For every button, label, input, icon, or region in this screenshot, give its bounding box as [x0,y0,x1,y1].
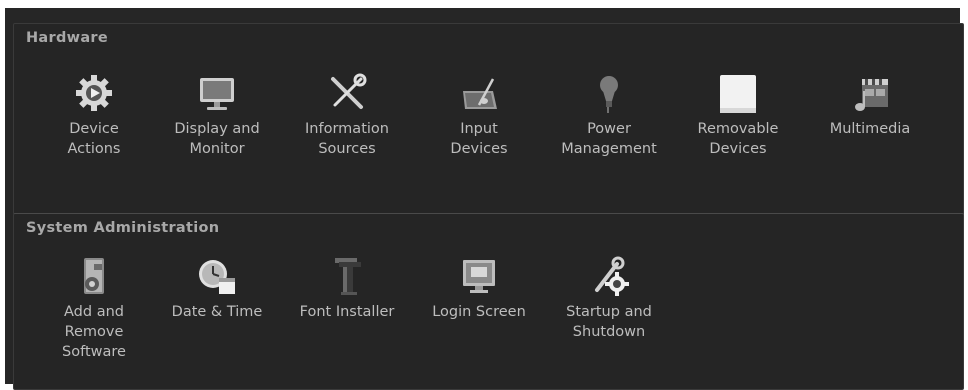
item-information-sources[interactable]: Information Sources [287,71,407,159]
item-label: Power Management [561,121,657,157]
clapperboard-icon [855,79,888,111]
item-multimedia[interactable]: Multimedia [810,71,930,139]
monitor-icon [200,78,234,110]
item-label: Device Actions [67,121,121,157]
item-label: Multimedia [829,121,911,137]
wrench-gear-icon [595,256,629,296]
item-label: Login Screen [432,304,526,320]
font-icon [335,258,361,295]
item-label: Display and Monitor [174,121,260,157]
item-label: Date & Time [171,304,263,320]
login-screen-icon [463,260,495,293]
item-login-screen[interactable]: Login Screen [419,254,539,322]
drive-icon [720,75,756,113]
item-label: Add and Remove Software [62,304,126,360]
section-title-hardware: Hardware [26,30,109,46]
item-label: Input Devices [450,121,508,157]
tools-icon [331,73,367,109]
item-display-monitor[interactable]: Display and Monitor [157,71,277,159]
item-label: Information Sources [305,121,389,157]
settings-panel: Hardware Device Actions Display and Moni… [5,8,964,390]
item-label: Font Installer [299,304,395,320]
item-power-management[interactable]: Power Management [549,71,669,159]
software-package-icon [84,258,104,294]
lightbulb-icon [600,76,618,113]
item-date-time[interactable]: Date & Time [157,254,277,322]
clock-calendar-icon [199,260,235,294]
item-label: Startup and Shutdown [566,304,652,340]
tablet-pen-icon [463,78,497,109]
gear-play-icon [76,75,112,111]
item-device-actions[interactable]: Device Actions [34,71,154,159]
item-font-installer[interactable]: Font Installer [287,254,407,322]
system-administration-section: System Administration Add and Remove Sof… [13,213,964,390]
item-startup-shutdown[interactable]: Startup and Shutdown [549,254,669,342]
item-removable-devices[interactable]: Removable Devices [678,71,798,159]
hardware-section: Hardware Device Actions Display and Moni… [13,23,964,215]
item-input-devices[interactable]: Input Devices [419,71,539,159]
item-add-remove-software[interactable]: Add and Remove Software [34,254,154,362]
section-title-system-administration: System Administration [26,220,220,236]
item-label: Removable Devices [697,121,779,157]
